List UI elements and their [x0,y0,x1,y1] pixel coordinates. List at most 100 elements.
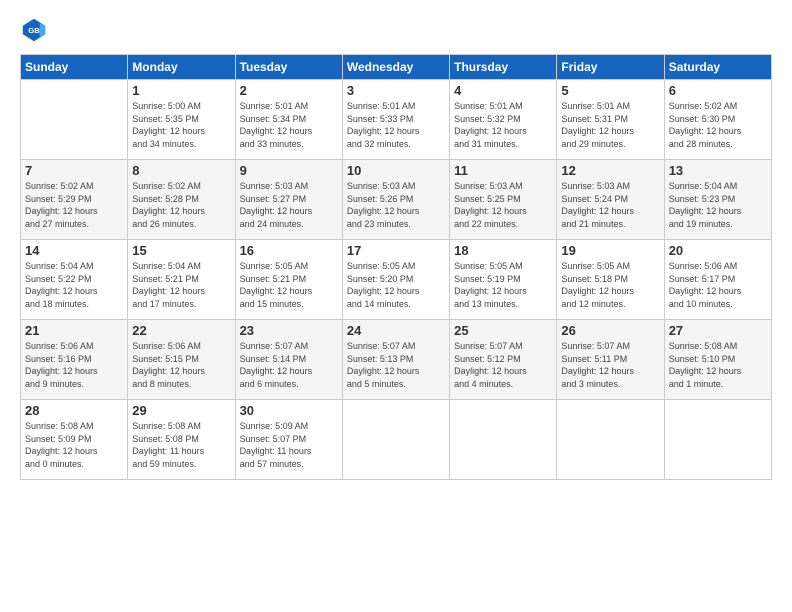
weekday-header-monday: Monday [128,55,235,80]
day-number: 10 [347,163,445,178]
svg-text:GB: GB [28,26,40,35]
day-number: 22 [132,323,230,338]
calendar-cell: 8 Sunrise: 5:02 AM Sunset: 5:28 PM Daylig… [128,160,235,240]
day-number: 14 [25,243,123,258]
day-info: Sunrise: 5:03 AM Sunset: 5:26 PM Dayligh… [347,180,445,230]
day-number: 29 [132,403,230,418]
calendar-cell: 14Sunrise: 5:04 AM Sunset: 5:22 PM Dayli… [21,240,128,320]
calendar-cell: 18Sunrise: 5:05 AM Sunset: 5:19 PM Dayli… [450,240,557,320]
day-number: 19 [561,243,659,258]
day-number: 13 [669,163,767,178]
day-number: 18 [454,243,552,258]
day-info: Sunrise: 5:02 AM Sunset: 5:29 PM Dayligh… [25,180,123,230]
day-info: Sunrise: 5:05 AM Sunset: 5:21 PM Dayligh… [240,260,338,310]
day-number: 16 [240,243,338,258]
logo-icon: GB [20,16,48,44]
page: GB SundayMondayTuesdayWednesdayThursdayF… [0,0,792,612]
calendar-cell: 2 Sunrise: 5:01 AM Sunset: 5:34 PM Daylig… [235,80,342,160]
calendar-cell: 21Sunrise: 5:06 AM Sunset: 5:16 PM Dayli… [21,320,128,400]
calendar-cell: 27 Sunrise: 5:08 AM Sunset: 5:10 PM Dayli… [664,320,771,400]
calendar-cell [450,400,557,480]
calendar-cell: 6 Sunrise: 5:02 AM Sunset: 5:30 PM Daylig… [664,80,771,160]
day-info: Sunrise: 5:01 AM Sunset: 5:32 PM Dayligh… [454,100,552,150]
day-number: 27 [669,323,767,338]
day-info: Sunrise: 5:06 AM Sunset: 5:17 PM Dayligh… [669,260,767,310]
calendar-cell: 23 Sunrise: 5:07 AM Sunset: 5:14 PM Dayli… [235,320,342,400]
day-info: Sunrise: 5:01 AM Sunset: 5:34 PM Dayligh… [240,100,338,150]
calendar-cell: 22 Sunrise: 5:06 AM Sunset: 5:15 PM Dayli… [128,320,235,400]
day-number: 2 [240,83,338,98]
calendar-week-row: 7Sunrise: 5:02 AM Sunset: 5:29 PM Daylig… [21,160,772,240]
day-info: Sunrise: 5:07 AM Sunset: 5:11 PM Dayligh… [561,340,659,390]
day-info: Sunrise: 5:08 AM Sunset: 5:10 PM Dayligh… [669,340,767,390]
calendar-table: SundayMondayTuesdayWednesdayThursdayFrid… [20,54,772,480]
day-number: 5 [561,83,659,98]
weekday-header-row: SundayMondayTuesdayWednesdayThursdayFrid… [21,55,772,80]
weekday-header-wednesday: Wednesday [342,55,449,80]
day-number: 3 [347,83,445,98]
day-info: Sunrise: 5:08 AM Sunset: 5:08 PM Dayligh… [132,420,230,470]
day-number: 15 [132,243,230,258]
calendar-cell: 19Sunrise: 5:05 AM Sunset: 5:18 PM Dayli… [557,240,664,320]
calendar-cell [557,400,664,480]
calendar-week-row: 14Sunrise: 5:04 AM Sunset: 5:22 PM Dayli… [21,240,772,320]
calendar-cell: 1 Sunrise: 5:00 AM Sunset: 5:35 PM Daylig… [128,80,235,160]
weekday-header-saturday: Saturday [664,55,771,80]
weekday-header-tuesday: Tuesday [235,55,342,80]
day-info: Sunrise: 5:06 AM Sunset: 5:15 PM Dayligh… [132,340,230,390]
day-info: Sunrise: 5:07 AM Sunset: 5:12 PM Dayligh… [454,340,552,390]
day-number: 20 [669,243,767,258]
logo: GB [20,16,52,44]
calendar-cell: 28 Sunrise: 5:08 AM Sunset: 5:09 PM Dayli… [21,400,128,480]
calendar-cell: 15 Sunrise: 5:04 AM Sunset: 5:21 PM Dayli… [128,240,235,320]
day-info: Sunrise: 5:02 AM Sunset: 5:28 PM Dayligh… [132,180,230,230]
day-info: Sunrise: 5:03 AM Sunset: 5:24 PM Dayligh… [561,180,659,230]
calendar-cell: 24Sunrise: 5:07 AM Sunset: 5:13 PM Dayli… [342,320,449,400]
day-number: 12 [561,163,659,178]
weekday-header-friday: Friday [557,55,664,80]
calendar-cell [342,400,449,480]
day-info: Sunrise: 5:08 AM Sunset: 5:09 PM Dayligh… [25,420,123,470]
day-info: Sunrise: 5:09 AM Sunset: 5:07 PM Dayligh… [240,420,338,470]
weekday-header-thursday: Thursday [450,55,557,80]
calendar-cell: 30Sunrise: 5:09 AM Sunset: 5:07 PM Dayli… [235,400,342,480]
day-number: 21 [25,323,123,338]
calendar-cell: 12 Sunrise: 5:03 AM Sunset: 5:24 PM Dayli… [557,160,664,240]
day-number: 1 [132,83,230,98]
day-number: 17 [347,243,445,258]
day-info: Sunrise: 5:01 AM Sunset: 5:31 PM Dayligh… [561,100,659,150]
calendar-week-row: 28 Sunrise: 5:08 AM Sunset: 5:09 PM Dayli… [21,400,772,480]
calendar-cell: 17Sunrise: 5:05 AM Sunset: 5:20 PM Dayli… [342,240,449,320]
day-info: Sunrise: 5:01 AM Sunset: 5:33 PM Dayligh… [347,100,445,150]
day-info: Sunrise: 5:03 AM Sunset: 5:27 PM Dayligh… [240,180,338,230]
calendar-cell: 25Sunrise: 5:07 AM Sunset: 5:12 PM Dayli… [450,320,557,400]
calendar-week-row: 1 Sunrise: 5:00 AM Sunset: 5:35 PM Daylig… [21,80,772,160]
day-number: 9 [240,163,338,178]
calendar-cell: 26Sunrise: 5:07 AM Sunset: 5:11 PM Dayli… [557,320,664,400]
calendar-cell: 7Sunrise: 5:02 AM Sunset: 5:29 PM Daylig… [21,160,128,240]
day-info: Sunrise: 5:00 AM Sunset: 5:35 PM Dayligh… [132,100,230,150]
calendar-cell: 29 Sunrise: 5:08 AM Sunset: 5:08 PM Dayli… [128,400,235,480]
calendar-cell [664,400,771,480]
calendar-cell: 5 Sunrise: 5:01 AM Sunset: 5:31 PM Daylig… [557,80,664,160]
calendar-cell: 10 Sunrise: 5:03 AM Sunset: 5:26 PM Dayli… [342,160,449,240]
calendar-cell: 3 Sunrise: 5:01 AM Sunset: 5:33 PM Daylig… [342,80,449,160]
day-number: 23 [240,323,338,338]
day-number: 4 [454,83,552,98]
day-number: 24 [347,323,445,338]
day-info: Sunrise: 5:04 AM Sunset: 5:23 PM Dayligh… [669,180,767,230]
calendar-cell: 9 Sunrise: 5:03 AM Sunset: 5:27 PM Daylig… [235,160,342,240]
day-info: Sunrise: 5:07 AM Sunset: 5:14 PM Dayligh… [240,340,338,390]
day-info: Sunrise: 5:04 AM Sunset: 5:21 PM Dayligh… [132,260,230,310]
day-number: 6 [669,83,767,98]
day-info: Sunrise: 5:03 AM Sunset: 5:25 PM Dayligh… [454,180,552,230]
day-number: 8 [132,163,230,178]
calendar-cell [21,80,128,160]
calendar-cell: 16 Sunrise: 5:05 AM Sunset: 5:21 PM Dayli… [235,240,342,320]
day-number: 28 [25,403,123,418]
weekday-header-sunday: Sunday [21,55,128,80]
calendar-cell: 20 Sunrise: 5:06 AM Sunset: 5:17 PM Dayli… [664,240,771,320]
day-info: Sunrise: 5:02 AM Sunset: 5:30 PM Dayligh… [669,100,767,150]
header: GB [20,16,772,44]
day-number: 11 [454,163,552,178]
